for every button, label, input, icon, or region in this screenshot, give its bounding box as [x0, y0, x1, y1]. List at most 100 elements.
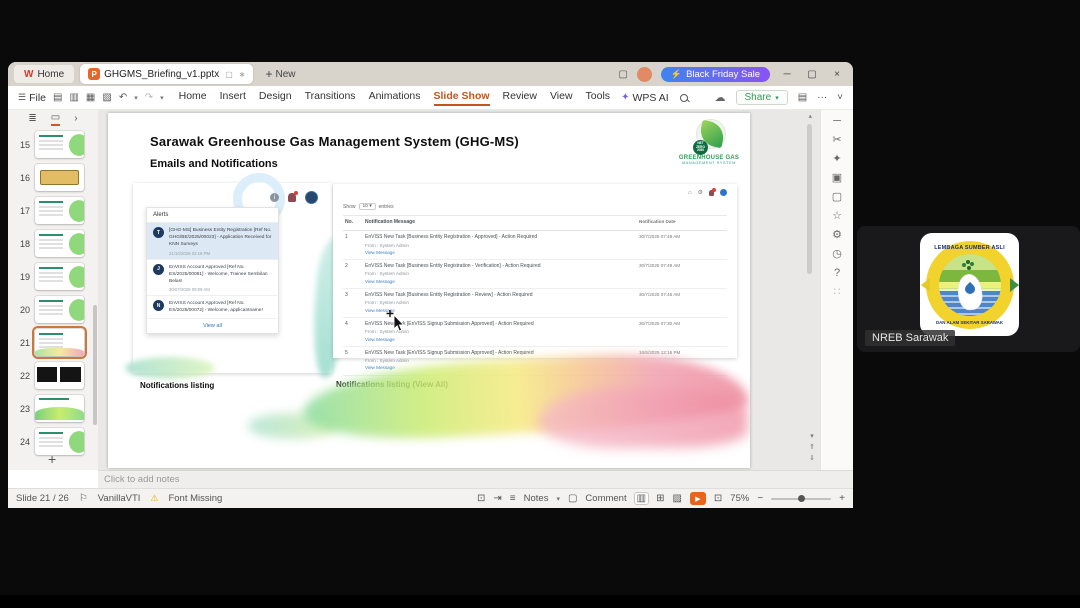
slide-thumbnail-18[interactable]: 18 — [8, 227, 98, 260]
next-slide-button[interactable]: ⇓ — [809, 454, 815, 462]
thumbnail-scrollbar[interactable] — [93, 305, 97, 425]
slideshow-play-button[interactable]: ▶ — [689, 492, 706, 505]
design-tools-icon[interactable]: ✂ — [832, 135, 841, 146]
file-menu[interactable]: ☰ File — [18, 92, 46, 104]
zoom-in-button[interactable]: + — [839, 493, 845, 504]
split-window-icon[interactable]: ▢ — [618, 69, 627, 80]
collapse-pane-icon[interactable]: ─ — [833, 116, 841, 127]
zoom-slider[interactable] — [771, 495, 832, 502]
collapse-ribbon-icon[interactable]: ˅ — [837, 92, 843, 103]
slide-canvas[interactable]: Sarawak Greenhouse Gas Management System… — [108, 113, 750, 468]
zoom-slider-handle[interactable] — [798, 495, 806, 502]
view-message-link[interactable]: View Message — [365, 249, 639, 256]
zoom-out-button[interactable]: − — [757, 493, 763, 504]
task-pane-icon[interactable]: ▤ — [798, 92, 807, 103]
wps-ai-button[interactable]: ✦ WPS AI — [621, 92, 669, 104]
restore-button[interactable]: ▢ — [804, 69, 820, 80]
table-header-row: No. Notification Message Notification Date — [343, 215, 727, 231]
notes-dropdown-icon[interactable]: ▾ — [556, 495, 560, 503]
meeting-participant-tile: LEMBAGA SUMBER ASLI DAN ALAM SEKITAR SAR… — [857, 226, 1080, 352]
view-message-link[interactable]: View Message — [365, 336, 639, 343]
alert-item[interactable]: T [GHG-MS] Business Entity Registration [… — [147, 223, 278, 260]
document-tab[interactable]: P GHGMS_Briefing_v1.pptx ▢ ∗ — [80, 64, 254, 84]
slide-thumbnail-21[interactable]: 21 — [8, 326, 98, 359]
comment-pane-icon[interactable]: ▢ — [832, 192, 842, 203]
alert-avatar: J — [153, 263, 164, 275]
search-icon[interactable] — [679, 93, 688, 102]
favorites-icon[interactable]: ☆ — [832, 211, 842, 222]
normal-view-button[interactable]: ▥ — [634, 493, 649, 504]
board-icon[interactable]: ⊡ — [477, 493, 485, 504]
slide-thumbnail-23[interactable]: 23 — [8, 392, 98, 425]
menubar: ☰ File ▤ ▥ ▦ ▧ ↶ ▾ ↷ ▾ Home Insert Design T… — [8, 86, 853, 110]
slide-thumbnail-17[interactable]: 17 — [8, 194, 98, 227]
slide-thumbnail-22[interactable]: 22 — [8, 359, 98, 392]
print-preview-button[interactable]: ▧ — [102, 92, 111, 103]
plant-icon — [965, 259, 970, 264]
menu-item-tools[interactable]: Tools — [586, 90, 611, 106]
history-icon[interactable]: ◷ — [832, 249, 842, 260]
slide-view-icon[interactable]: ▭ — [50, 112, 61, 126]
notes-area[interactable]: Click to add notes — [98, 470, 853, 488]
home-tab[interactable]: W Home — [14, 65, 75, 83]
slide-number: 20 — [19, 304, 30, 315]
presentation-file-icon: P — [88, 68, 101, 80]
menu-item-review[interactable]: Review — [503, 90, 537, 106]
slide-sorter-view-button[interactable]: ⊞ — [656, 493, 664, 504]
tab-pin-icon[interactable]: ∗ — [239, 70, 246, 79]
outline-view-icon[interactable]: ≣ — [28, 113, 36, 124]
menu-item-insert[interactable]: Insert — [220, 90, 246, 106]
apps-grid-icon[interactable]: ∷ — [834, 287, 841, 298]
undo-dropdown-icon[interactable]: ▾ — [134, 94, 138, 102]
view-message-link[interactable]: View Message — [365, 307, 639, 314]
slide-thumbnail-19[interactable]: 19 — [8, 260, 98, 293]
menu-item-design[interactable]: Design — [259, 90, 292, 106]
alert-item[interactable]: J EnVISS Account Approved [Ref No. ES/202… — [147, 260, 278, 297]
effects-icon[interactable]: ✦ — [832, 154, 841, 165]
print-button[interactable]: ▦ — [86, 92, 95, 103]
account-avatar[interactable] — [636, 66, 652, 82]
help-icon[interactable]: ? — [834, 268, 840, 279]
quickbar-more-icon[interactable]: ▾ — [160, 94, 164, 102]
editor-scrollbar[interactable] — [807, 124, 812, 274]
new-tab-button[interactable]: + New — [259, 67, 301, 81]
black-friday-sale-button[interactable]: ⚡ Black Friday Sale — [660, 66, 770, 82]
font-missing-warning[interactable]: Font Missing — [168, 493, 222, 504]
zoom-level[interactable]: 75% — [730, 493, 749, 504]
bottom-black-strip — [0, 595, 1080, 608]
alert-item[interactable]: N EnVISS Account Approved [Ref No. ES/202… — [147, 296, 278, 319]
cloud-sync-icon[interactable]: ☁ — [715, 91, 726, 104]
menu-item-home[interactable]: Home — [179, 90, 207, 106]
add-slide-button[interactable]: + — [48, 451, 56, 467]
scroll-down-icon[interactable]: ▾ — [810, 432, 814, 440]
menu-item-animations[interactable]: Animations — [369, 90, 421, 106]
export-pdf-button[interactable]: ▥ — [69, 92, 78, 103]
slide-thumbnail-16[interactable]: 16 — [8, 161, 98, 194]
previous-slide-button[interactable]: ⇑ — [809, 443, 815, 451]
decor-teal-bottom — [125, 357, 215, 379]
editor-scroll-up-icon[interactable]: ▴ — [808, 112, 812, 120]
menu-item-transitions[interactable]: Transitions — [305, 90, 356, 106]
slide-thumbnail-15[interactable]: 15 — [8, 128, 98, 161]
save-button[interactable]: ▤ — [53, 92, 62, 103]
reading-view-button[interactable]: ▨ — [672, 493, 681, 504]
theme-name[interactable]: VanillaVTI — [98, 493, 141, 504]
shapes-icon[interactable]: ▣ — [832, 173, 842, 184]
slide-thumbnail-20[interactable]: 20 — [8, 293, 98, 326]
more-options-icon[interactable]: ··· — [817, 92, 827, 103]
jump-to-icon[interactable]: ⇥ — [493, 493, 501, 504]
share-button[interactable]: Share ▾ — [735, 90, 788, 105]
notes-toggle[interactable]: Notes — [524, 493, 549, 504]
redo-button[interactable]: ↷ — [145, 92, 153, 103]
collapse-panel-icon[interactable]: › — [74, 113, 77, 124]
menu-item-view[interactable]: View — [550, 90, 573, 106]
settings-icon[interactable]: ⚙ — [832, 230, 842, 241]
undo-button[interactable]: ↶ — [119, 92, 127, 103]
menu-item-slide-show[interactable]: Slide Show — [433, 90, 490, 106]
close-button[interactable]: × — [829, 69, 845, 80]
minimize-button[interactable]: ─ — [779, 69, 795, 80]
comment-button[interactable]: Comment — [585, 493, 626, 504]
portal-topbar-icons: ⌂ ⚙ — [688, 187, 727, 196]
fit-slide-icon[interactable]: ⊡ — [714, 493, 722, 504]
view-message-link[interactable]: View Message — [365, 278, 639, 285]
